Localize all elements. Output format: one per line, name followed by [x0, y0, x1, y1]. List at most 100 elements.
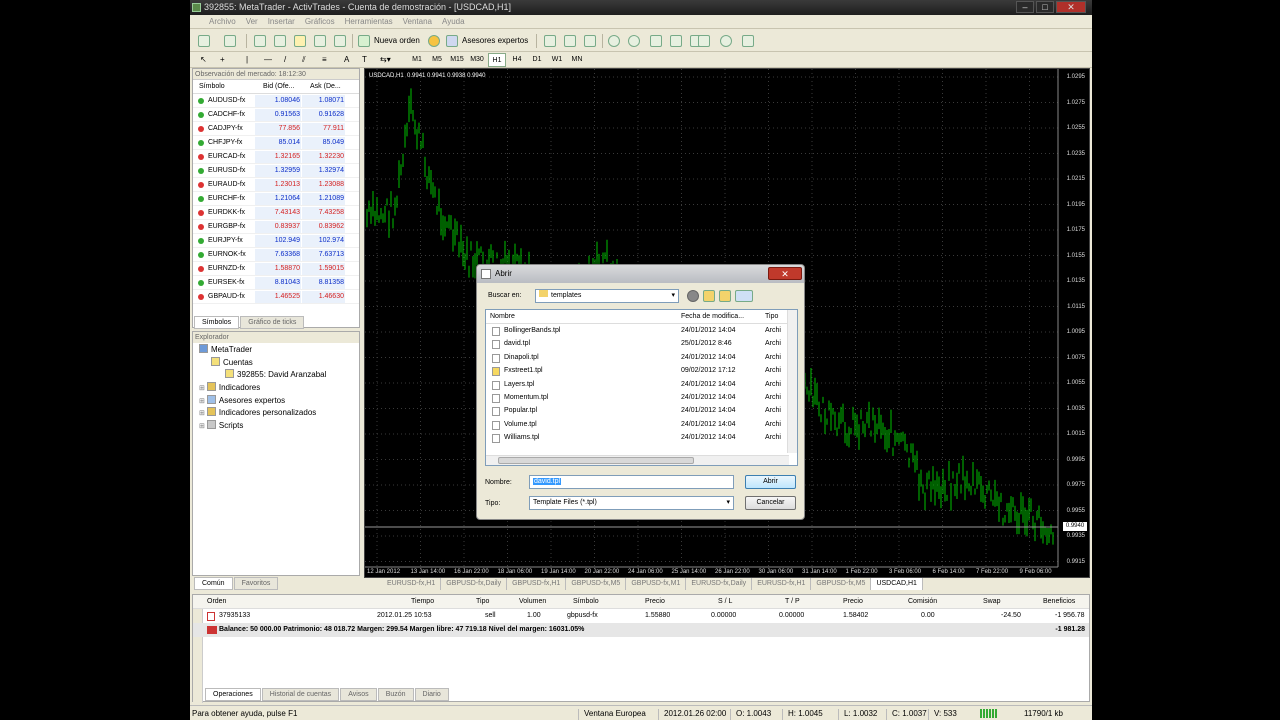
minimize-button[interactable]: –: [1016, 1, 1034, 13]
timeframe-d1[interactable]: D1: [528, 53, 546, 67]
explorer-item[interactable]: ⊞ Indicadores personalizados: [199, 407, 316, 419]
market-watch-row[interactable]: EURCHF-fx 1.21064 1.21089: [193, 192, 359, 206]
cancel-button[interactable]: Cancelar: [745, 496, 796, 510]
terminal-icon[interactable]: [314, 35, 326, 47]
market-watch-row[interactable]: EURUSD-fx 1.32959 1.32974: [193, 164, 359, 178]
up-folder-icon[interactable]: [703, 290, 715, 302]
explorer-item[interactable]: 392855: David Aranzabal: [225, 369, 326, 381]
file-row[interactable]: Popular.tpl 24/01/2012 14:04 Archi: [486, 404, 797, 417]
terminal-col[interactable]: T / P: [785, 598, 800, 605]
tab-buz-n[interactable]: Buzón: [377, 688, 414, 701]
market-watch-row[interactable]: EURJPY-fx 102.949 102.974: [193, 234, 359, 248]
terminal-col[interactable]: Comisión: [908, 598, 937, 605]
tile-windows-icon[interactable]: [650, 35, 662, 47]
tab-gr-fico-de-ticks[interactable]: Gráfico de ticks: [240, 316, 305, 329]
equidistant-channel-icon[interactable]: ⫽: [302, 53, 306, 67]
terminal-col[interactable]: Volumen: [519, 598, 546, 605]
market-watch-row[interactable]: EURSEK-fx 8.81043 8.81358: [193, 276, 359, 290]
maximize-button[interactable]: □: [1036, 1, 1054, 13]
bar-chart-icon[interactable]: [544, 35, 556, 47]
terminal-col[interactable]: Precio: [645, 598, 665, 605]
templates-icon[interactable]: [742, 35, 754, 47]
indicators-icon[interactable]: [698, 35, 710, 47]
col-bid[interactable]: Bid (Ofe...: [263, 83, 295, 90]
file-list-hscrollbar[interactable]: [486, 455, 789, 465]
file-name-input[interactable]: david.tpl: [529, 475, 734, 489]
file-row[interactable]: Volume.tpl 24/01/2012 14:04 Archi: [486, 418, 797, 431]
file-type-select[interactable]: Template Files (*.tpl) ▾: [529, 496, 734, 510]
col-type[interactable]: Tipo: [765, 313, 778, 320]
candlestick-icon[interactable]: [564, 35, 576, 47]
navigator-icon[interactable]: [274, 35, 286, 47]
expand-icon[interactable]: ⊞: [199, 398, 205, 405]
tab-historial-de-cuentas[interactable]: Historial de cuentas: [261, 688, 340, 701]
chart-tab[interactable]: GBPUSD-fx,M5: [566, 578, 627, 590]
timeframe-w1[interactable]: W1: [548, 53, 566, 67]
chart-tab[interactable]: EURUSD-fx,Daily: [686, 578, 753, 590]
market-watch-row[interactable]: EURCAD-fx 1.32165 1.32230: [193, 150, 359, 164]
chart-tab[interactable]: EURUSD-fx,H1: [752, 578, 812, 590]
menu-item-5[interactable]: Ventana: [398, 15, 437, 29]
tab-operaciones[interactable]: Operaciones: [205, 688, 261, 701]
file-row[interactable]: david.tpl 25/01/2012 8:46 Archi: [486, 337, 797, 350]
market-watch-row[interactable]: CHFJPY-fx 85.014 85.049: [193, 136, 359, 150]
market-watch-row[interactable]: EURDKK-fx 7.43143 7.43258: [193, 206, 359, 220]
crosshair-icon[interactable]: +: [220, 53, 225, 67]
market-watch-row[interactable]: EURGBP-fx 0.83937 0.83962: [193, 220, 359, 234]
chart-tab[interactable]: GBPUSD-fx,Daily: [441, 578, 508, 590]
profiles-icon[interactable]: [224, 35, 236, 47]
terminal-col[interactable]: S / L: [718, 598, 732, 605]
terminal-col[interactable]: Precio: [843, 598, 863, 605]
explorer-item[interactable]: MetaTrader: [199, 344, 252, 356]
menu-item-6[interactable]: Ayuda: [437, 15, 470, 29]
file-row[interactable]: Momentum.tpl 24/01/2012 14:04 Archi: [486, 391, 797, 404]
col-symbol[interactable]: Símbolo: [199, 83, 225, 90]
menu-item-1[interactable]: Ver: [241, 15, 263, 29]
terminal-col[interactable]: Beneficios: [1043, 598, 1075, 605]
terminal-col[interactable]: Swap: [983, 598, 1001, 605]
market-watch-row[interactable]: CADJPY-fx 77.856 77.911: [193, 122, 359, 136]
expand-icon[interactable]: ⊞: [199, 385, 205, 392]
file-list-vscrollbar[interactable]: [787, 310, 797, 453]
look-in-dropdown[interactable]: templates ▾: [535, 289, 679, 303]
close-button[interactable]: ✕: [1056, 1, 1086, 13]
timeframe-m1[interactable]: M1: [408, 53, 426, 67]
explorer-item[interactable]: ⊞ Scripts: [199, 420, 243, 432]
market-watch-row[interactable]: AUDUSD-fx 1.08046 1.08071: [193, 94, 359, 108]
market-watch-row[interactable]: EURAUD-fx 1.23013 1.23088: [193, 178, 359, 192]
file-row[interactable]: BollingerBands.tpl 24/01/2012 14:04 Archi: [486, 324, 797, 337]
new-chart-icon[interactable]: [198, 35, 210, 47]
market-watch-row[interactable]: EURNZD-fx 1.58870 1.59015: [193, 262, 359, 276]
periods-icon[interactable]: [720, 35, 732, 47]
tab-diario[interactable]: Diario: [414, 688, 449, 701]
expert-advisors-button[interactable]: Asesores expertos: [462, 34, 528, 48]
dialog-close-button[interactable]: ✕: [768, 267, 802, 280]
market-watch-row[interactable]: CADCHF-fx 0.91563 0.91628: [193, 108, 359, 122]
autoscroll-icon[interactable]: [670, 35, 682, 47]
market-watch-icon[interactable]: [254, 35, 266, 47]
chart-tab[interactable]: GBPUSD-fx,M5: [811, 578, 872, 590]
tab-s-mbolos[interactable]: Símbolos: [194, 316, 240, 329]
menu-item-3[interactable]: Gráficos: [300, 15, 340, 29]
chart-tab[interactable]: GBPUSD-fx,M1: [626, 578, 687, 590]
timeframe-mn[interactable]: MN: [568, 53, 586, 67]
tab-avisos[interactable]: Avisos: [340, 688, 377, 701]
col-date[interactable]: Fecha de modifica...: [681, 313, 744, 320]
timeframe-h4[interactable]: H4: [508, 53, 526, 67]
menu-item-4[interactable]: Herramientas: [340, 15, 398, 29]
tab-com-n[interactable]: Común: [194, 577, 233, 590]
menu-item-2[interactable]: Insertar: [263, 15, 300, 29]
order-row[interactable]: 37935133 2012.01.25 10:53 sell 1.00 gbpusd-f…: [193, 609, 1089, 623]
chart-tab[interactable]: GBPUSD-fx,H1: [507, 578, 567, 590]
file-row[interactable]: Dinapoli.tpl 24/01/2012 14:04 Archi: [486, 351, 797, 364]
timeframe-m30[interactable]: M30: [468, 53, 486, 67]
file-row[interactable]: Layers.tpl 24/01/2012 14:04 Archi: [486, 378, 797, 391]
cursor-icon[interactable]: ↖: [200, 53, 207, 67]
vertical-line-icon[interactable]: |: [246, 53, 248, 67]
text-label-icon[interactable]: T: [362, 53, 367, 67]
back-icon[interactable]: [687, 290, 699, 302]
fibonacci-icon[interactable]: ≡: [322, 53, 327, 67]
new-folder-icon[interactable]: [719, 290, 731, 302]
menu-item-0[interactable]: Archivo: [204, 15, 241, 29]
chart-tab[interactable]: EURUSD-fx,H1: [382, 578, 442, 590]
